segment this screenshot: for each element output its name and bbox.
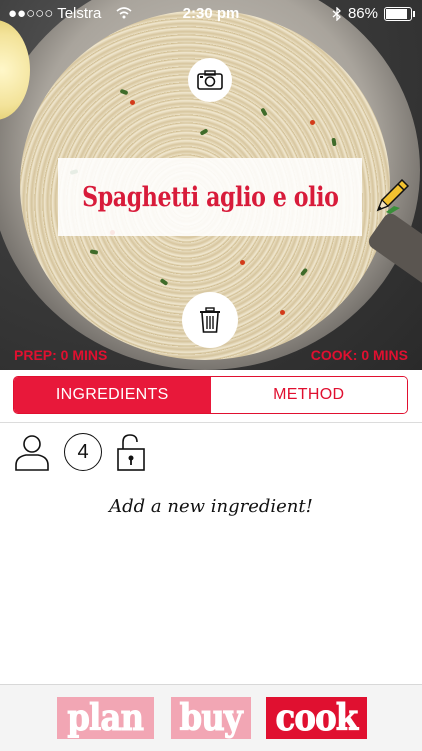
chili-flake <box>310 120 315 125</box>
wifi-icon <box>116 7 132 19</box>
nav-plan-button[interactable]: plan <box>57 697 154 739</box>
nav-buy-button[interactable]: buy <box>171 697 251 739</box>
tab-ingredients[interactable]: INGREDIENTS <box>14 377 211 413</box>
camera-icon <box>197 70 223 90</box>
chili-flake <box>240 260 245 265</box>
delete-recipe-button[interactable] <box>182 292 238 348</box>
cook-time-label[interactable]: COOK: 0 MINS <box>311 347 408 363</box>
recipe-title-box[interactable]: Spaghetti aglio e olio <box>58 158 362 236</box>
nav-plan-label: plan <box>67 697 145 739</box>
chili-flake <box>130 100 135 105</box>
bottom-nav: plan buy cook <box>0 684 422 751</box>
nav-cook-label: cook <box>275 697 359 739</box>
servings-count[interactable]: 4 <box>64 433 102 471</box>
nav-buy-label: buy <box>179 697 243 739</box>
battery-percent: 86% <box>347 5 378 22</box>
person-icon[interactable] <box>14 433 50 471</box>
recipe-tabs: INGREDIENTS METHOD <box>13 376 408 414</box>
bluetooth-icon <box>332 6 341 21</box>
pencil-icon[interactable] <box>374 178 410 214</box>
recipe-title: Spaghetti aglio e olio <box>81 181 339 213</box>
servings-row: 4 <box>14 432 146 472</box>
trash-icon <box>200 307 220 333</box>
chili-flake <box>280 310 285 315</box>
status-right: 86% <box>332 5 415 22</box>
status-bar: ●●○○○ Telstra 2:30 pm 86% <box>0 0 422 28</box>
tab-method[interactable]: METHOD <box>210 377 407 413</box>
nav-cook-button[interactable]: cook <box>266 697 367 739</box>
battery-icon <box>384 6 415 21</box>
section-divider <box>0 422 422 423</box>
change-photo-button[interactable] <box>188 58 232 102</box>
prep-time-label[interactable]: PREP: 0 MINS <box>14 347 107 363</box>
empty-ingredients-hint[interactable]: Add a new ingredient! <box>0 496 422 517</box>
unlock-icon[interactable] <box>116 432 146 472</box>
